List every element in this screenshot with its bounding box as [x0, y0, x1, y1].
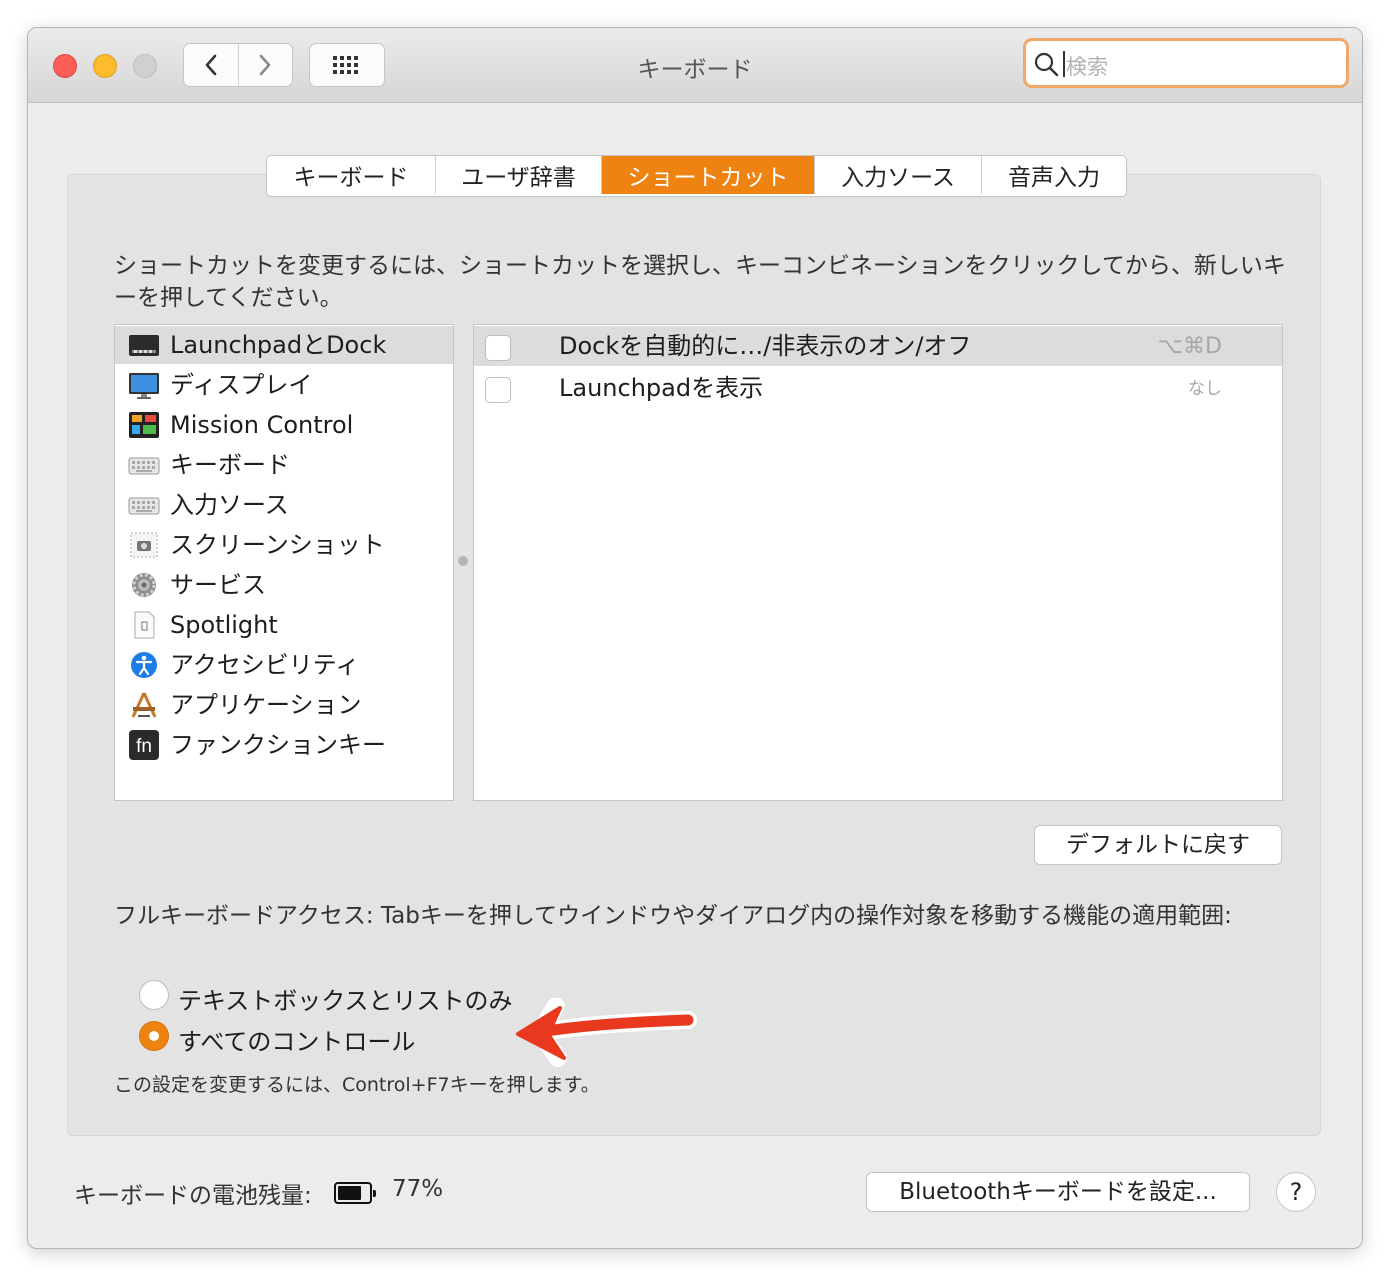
spotlight-icon [134, 611, 155, 639]
display-icon [129, 373, 159, 399]
annotation-arrow-icon [516, 998, 697, 1067]
shortcut-row-show-launchpad[interactable]: Launchpadを表示 なし [474, 368, 1282, 408]
category-item-screenshot[interactable]: スクリーンショット [115, 526, 453, 564]
split-view-handle[interactable] [458, 556, 468, 566]
shortcut-description: ショートカットを変更するには、ショートカットを選択し、キーコンビネーションをクリ… [114, 253, 1286, 311]
shortcut-checkbox[interactable] [485, 377, 511, 403]
category-list[interactable]: LaunchpadとDock ディスプレイ Mission Control キー… [114, 324, 454, 801]
category-item-input-sources[interactable]: 入力ソース [115, 486, 453, 524]
shortcut-row-dock-hiding[interactable]: Dockを自動的に…/非表示のオン/オフ ⌥⌘D [474, 326, 1282, 366]
category-item-display[interactable]: ディスプレイ [115, 366, 453, 404]
fn-key-icon: fn [129, 730, 159, 760]
category-label: ディスプレイ [170, 371, 313, 399]
search-icon [1034, 52, 1059, 77]
battery-level-fill [338, 1186, 361, 1200]
keyboard-preferences-window: キーボード 検索 キーボード ユーザ辞書 ショートカット 入力ソース 音声入力 … [27, 27, 1363, 1249]
battery-icon [334, 1182, 376, 1204]
text-cursor [1063, 51, 1065, 77]
applications-icon [131, 692, 157, 718]
help-button[interactable]: ? [1276, 1172, 1316, 1212]
restore-defaults-button[interactable]: デフォルトに戻す [1034, 825, 1282, 865]
category-item-launchpad-dock[interactable]: LaunchpadとDock [115, 326, 453, 364]
battery-terminal [373, 1190, 376, 1197]
keyboard-icon [128, 457, 160, 475]
category-label: アクセシビリティ [170, 651, 360, 679]
launchpad-dock-icon [129, 335, 159, 356]
screenshot-icon [130, 532, 158, 558]
radio-label-text-boxes-lists[interactable]: テキストボックスとリストのみ [178, 981, 513, 1016]
category-item-keyboard[interactable]: キーボード [115, 446, 453, 484]
category-item-function-keys[interactable]: fn ファンクションキー [115, 726, 453, 764]
svg-text:fn: fn [136, 736, 152, 757]
tab-user-dictionary[interactable]: ユーザ辞書 [435, 156, 601, 194]
shortcut-name: Launchpadを表示 [559, 374, 764, 402]
search-placeholder: 検索 [1066, 55, 1108, 79]
tab-bar: キーボード ユーザ辞書 ショートカット 入力ソース 音声入力 [266, 155, 1127, 197]
mission-control-icon [129, 412, 159, 438]
full-keyboard-access-text: フルキーボードアクセス: Tabキーを押してウインドウやダイアログ内の操作対象を… [114, 903, 1232, 929]
category-item-accessibility[interactable]: アクセシビリティ [115, 646, 453, 684]
category-label: Mission Control [170, 411, 354, 439]
radio-all-controls[interactable] [139, 1021, 169, 1051]
title-bar: キーボード 検索 [28, 28, 1362, 103]
tab-shortcuts[interactable]: ショートカット [601, 156, 814, 194]
accessibility-icon [131, 652, 157, 678]
category-label: サービス [170, 571, 266, 599]
shortcut-key[interactable]: なし [1188, 368, 1222, 410]
category-label: 入力ソース [170, 491, 289, 519]
battery-percent: 77% [392, 1176, 444, 1202]
radio-label-all-controls[interactable]: すべてのコントロール [178, 1022, 415, 1057]
category-item-mission-control[interactable]: Mission Control [115, 406, 453, 444]
category-label: キーボード [170, 451, 290, 479]
keyboard-battery-label: キーボードの電池残量: [74, 1183, 312, 1209]
category-item-services[interactable]: サービス [115, 566, 453, 604]
category-label: ファンクションキー [170, 731, 386, 759]
tab-dictation[interactable]: 音声入力 [981, 156, 1126, 194]
tab-keyboard[interactable]: キーボード [267, 156, 435, 194]
category-item-spotlight[interactable]: Spotlight [115, 606, 453, 644]
shortcut-list[interactable]: Dockを自動的に…/非表示のオン/オフ ⌥⌘D Launchpadを表示 なし [473, 324, 1283, 801]
category-label: スクリーンショット [170, 531, 385, 559]
tab-input-sources[interactable]: 入力ソース [814, 156, 981, 194]
category-label: Spotlight [170, 611, 278, 639]
shortcut-name: Dockを自動的に…/非表示のオン/オフ [559, 332, 972, 360]
gear-icon [132, 573, 156, 597]
category-label: LaunchpadとDock [170, 331, 387, 359]
search-field[interactable]: 検索 [1023, 38, 1349, 88]
category-item-applications[interactable]: アプリケーション [115, 686, 453, 724]
setup-bluetooth-keyboard-button[interactable]: Bluetoothキーボードを設定... [866, 1172, 1250, 1212]
radio-text-boxes-lists[interactable] [139, 980, 169, 1010]
input-source-icon [128, 497, 160, 515]
category-label: アプリケーション [170, 691, 362, 719]
shortcut-checkbox[interactable] [485, 335, 511, 361]
shortcut-key[interactable]: ⌥⌘D [1158, 326, 1222, 368]
